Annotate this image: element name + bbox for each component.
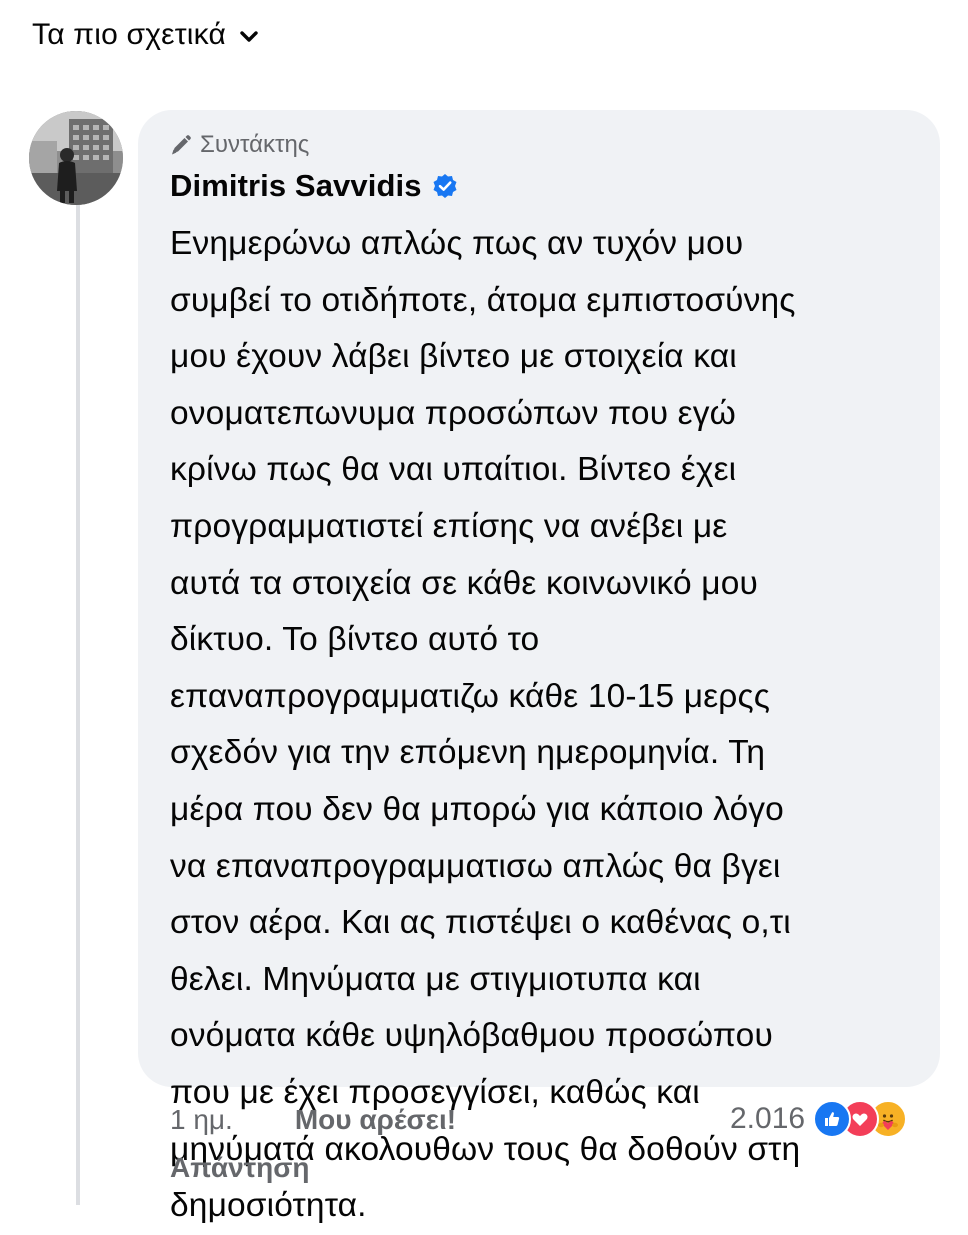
- reaction-summary[interactable]: 2.016: [730, 1100, 908, 1138]
- sort-label: Τα πιο σχετικά: [32, 18, 227, 51]
- author-name[interactable]: Dimitris Savvidis: [170, 168, 422, 204]
- badge-label: Συντάκτης: [200, 131, 310, 158]
- author-badge: Συντάκτης: [170, 130, 914, 160]
- avatar[interactable]: [29, 111, 123, 205]
- thread-line: [76, 205, 80, 1205]
- sort-dropdown[interactable]: Τα πιο σχετικά: [32, 18, 260, 52]
- reply-button[interactable]: Απάντηση: [170, 1152, 310, 1184]
- comment-actions: 1 ημ. Μου αρέσει!: [170, 1104, 456, 1136]
- verified-badge-icon: [432, 173, 458, 199]
- like-button[interactable]: Μου αρέσει!: [295, 1104, 456, 1136]
- chevron-down-icon: [238, 26, 260, 48]
- comment-time[interactable]: 1 ημ.: [170, 1104, 233, 1136]
- pencil-icon: [170, 134, 192, 156]
- reaction-icons: [813, 1100, 908, 1138]
- like-reaction-icon: [813, 1100, 852, 1138]
- comment-text: Ενημερώνω απλώς πως αν τυχόν μου συμβεί …: [170, 225, 801, 1225]
- reaction-count: 2.016: [730, 1102, 806, 1135]
- comment-bubble: Συντάκτης Dimitris Savvidis Ενημερώνω απ…: [138, 110, 940, 1224]
